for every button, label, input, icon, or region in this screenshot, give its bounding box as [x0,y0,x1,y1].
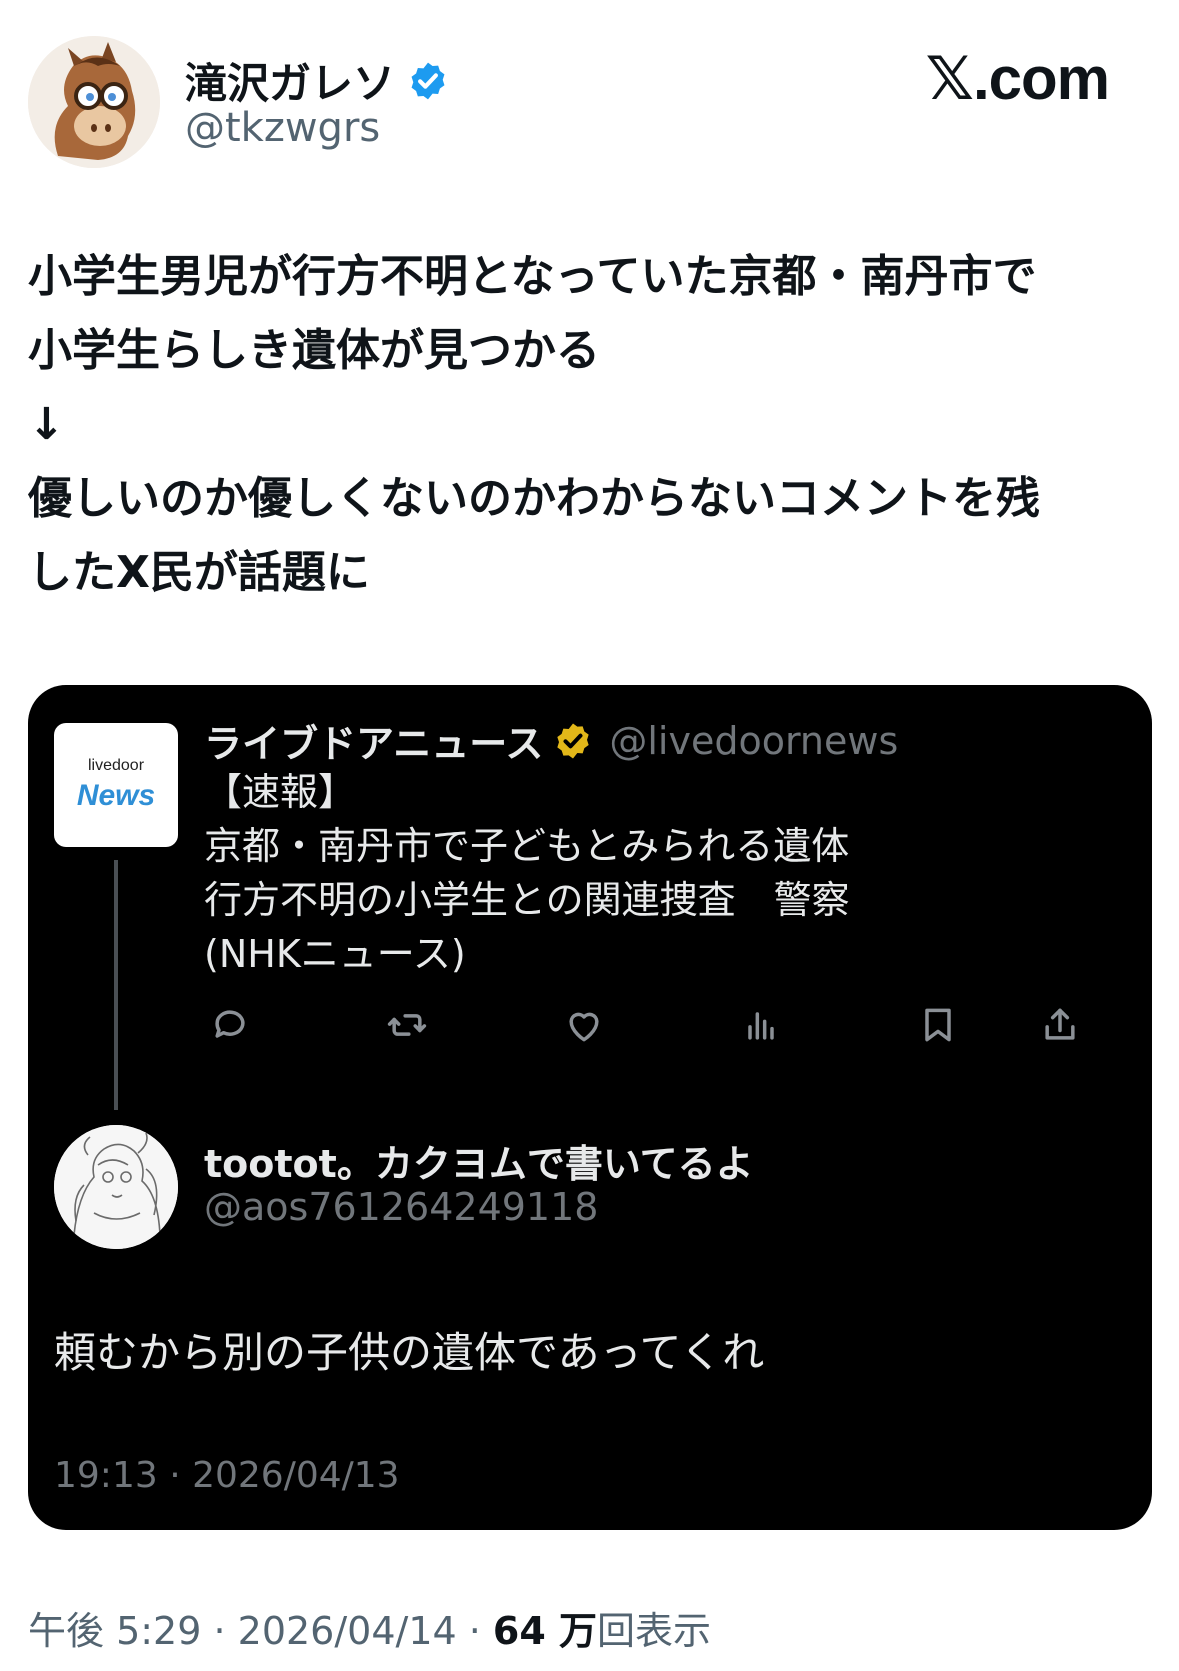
repost-icon [385,1003,429,1047]
quoted-author-handle: @livedoornews [609,718,899,763]
tweet-text: 小学生男児が行方不明となっていた京都・南丹市で 小学生らしき遺体が見つかる ↓ … [28,251,1040,598]
reply-icon [208,1003,252,1047]
horse-mascot-icon [28,36,160,168]
reply-author-handle: @aos761264249118 [204,1185,599,1229]
quoted-screenshot-card: livedoor News ライブドアニュース @livedoornews 【速… [28,685,1152,1530]
post-footer: 午後 5:29 · 2026/04/14 · 64 万回表示 [28,1600,711,1655]
reply-author-name: tootot。カクヨムで書いてるよ [204,1142,754,1186]
manga-sketch-icon [54,1125,178,1249]
author-handle[interactable]: @tkzwgrs [185,105,380,151]
livedoor-logo-big: News [76,779,156,812]
views-icon [739,1003,783,1047]
quoted-action-bar [188,1003,1128,1063]
view-count-label: 回表示 [597,1609,712,1653]
like-icon [562,1003,606,1047]
x-com-logo: 𝕏.com [925,45,1110,112]
verified-badge-icon [411,62,445,99]
quoted-post-text: 【速報】 京都・南丹市で子どもとみられる遺体 行方不明の小学生との関連捜査 警察… [204,770,850,976]
gold-verified-badge-icon [557,723,590,758]
author-avatar[interactable] [28,36,160,168]
livedoor-news-avatar[interactable]: livedoor News [54,723,178,847]
livedoor-logo-small: livedoor [87,757,145,774]
quoted-author-name: ライブドアニュース [204,722,544,766]
author-name[interactable]: 滝沢ガレソ [185,50,395,111]
post-timestamp[interactable]: 午後 5:29 · 2026/04/14 · [28,1609,493,1653]
author-name-row[interactable]: 滝沢ガレソ [185,50,449,111]
reply-text: 頼むから別の子供の遺体であってくれ [54,1328,765,1377]
thread-line [114,860,118,1110]
reply-timestamp: 19:13 · 2026/04/13 [54,1455,400,1496]
bookmark-icon [916,1003,960,1047]
reply-author-avatar[interactable] [54,1125,178,1249]
share-icon [1038,1003,1082,1047]
view-count: 64 万 [492,1609,598,1653]
quoted-author-row: ライブドアニュース @livedoornews [204,713,898,768]
